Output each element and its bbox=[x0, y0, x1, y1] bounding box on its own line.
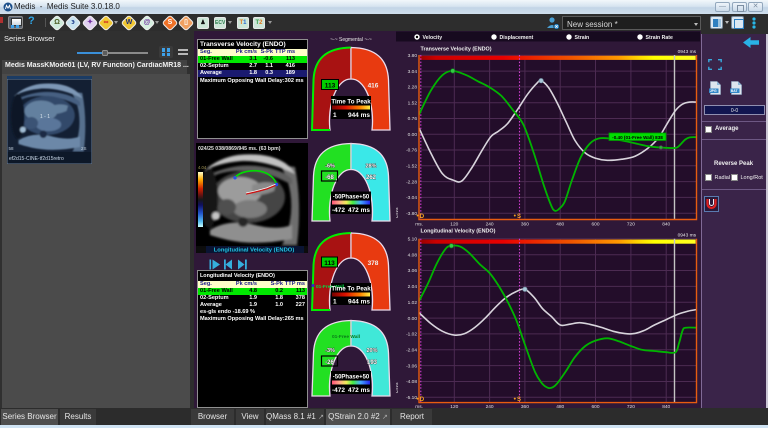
svg-text:-0.76: -0.76 bbox=[406, 148, 417, 154]
svg-text:-472: -472 bbox=[332, 207, 345, 214]
svg-text:-1.02: -1.02 bbox=[406, 332, 417, 338]
svg-text:720: 720 bbox=[627, 222, 635, 228]
svg-text:-26: -26 bbox=[325, 360, 334, 366]
svg-text:840: 840 bbox=[662, 222, 670, 228]
svg-text:S: S bbox=[517, 214, 521, 220]
svg-text:-472: -472 bbox=[332, 387, 345, 394]
svg-text:D: D bbox=[420, 396, 425, 403]
svg-text:416: 416 bbox=[368, 83, 379, 90]
svg-text:28%: 28% bbox=[365, 164, 376, 170]
svg-text:1.52: 1.52 bbox=[408, 100, 418, 106]
svg-text:5.10: 5.10 bbox=[408, 237, 418, 243]
svg-text:-2.28: -2.28 bbox=[406, 179, 417, 185]
svg-text:944 ms: 944 ms bbox=[348, 112, 370, 119]
svg-text:Time To Peak: Time To Peak bbox=[331, 99, 371, 106]
svg-text:0943 ms: 0943 ms bbox=[678, 49, 697, 55]
svg-text:-3.80: -3.80 bbox=[406, 211, 417, 217]
svg-text:944 ms: 944 ms bbox=[348, 299, 370, 306]
svg-text:1 - 1: 1 - 1 bbox=[40, 114, 50, 120]
svg-text:cm/s: cm/s bbox=[396, 207, 400, 218]
svg-text:D: D bbox=[420, 213, 425, 220]
svg-text:472 ms: 472 ms bbox=[348, 207, 370, 214]
svg-text:Strain: Strain bbox=[575, 35, 590, 41]
svg-text:ms.: ms. bbox=[415, 223, 423, 228]
svg-text:01-Free Wall: 01-Free Wall bbox=[332, 334, 360, 340]
svg-text:2.04: 2.04 bbox=[408, 284, 418, 290]
svg-text:ef2d15-CINE-tf2d15retro: ef2d15-CINE-tf2d15retro bbox=[9, 156, 64, 162]
svg-text:113: 113 bbox=[325, 83, 336, 90]
svg-text:Longitudinal Velocity (ENDO): Longitudinal Velocity (ENDO) bbox=[421, 229, 496, 235]
svg-text:024/25 038/0869/945 ms. (63: 024/25 038/0869/945 ms. (63 bpm) bbox=[198, 146, 281, 152]
svg-text:2.28: 2.28 bbox=[408, 85, 418, 91]
svg-text:378: 378 bbox=[368, 260, 379, 267]
svg-text:-4.08: -4.08 bbox=[406, 379, 417, 385]
svg-text:480: 480 bbox=[556, 222, 564, 228]
svg-text:S: S bbox=[517, 397, 521, 403]
svg-text:20%: 20% bbox=[366, 348, 377, 354]
svg-text:472 ms: 472 ms bbox=[348, 387, 370, 394]
svg-text:262: 262 bbox=[366, 175, 377, 181]
svg-text:-68: -68 bbox=[325, 175, 334, 181]
svg-text:-3.06: -3.06 bbox=[406, 363, 417, 369]
svg-text:Longitudinal Velocity (ENDO): Longitudinal Velocity (ENDO) bbox=[214, 248, 295, 253]
svg-text:113: 113 bbox=[324, 260, 335, 267]
svg-text:1: 1 bbox=[333, 112, 337, 119]
svg-text:BAT: BAT bbox=[731, 89, 739, 93]
svg-text:240: 240 bbox=[486, 222, 494, 228]
svg-text:193: 193 bbox=[367, 360, 378, 366]
svg-text:-3.04: -3.04 bbox=[406, 195, 417, 201]
svg-text:0.00: 0.00 bbox=[408, 316, 418, 322]
svg-text:3.06: 3.06 bbox=[408, 268, 418, 274]
svg-text:Transverse Velocity (ENDO): Transverse Velocity (ENDO) bbox=[421, 46, 492, 52]
svg-text:-50Phase+50: -50Phase+50 bbox=[333, 195, 370, 201]
svg-text:1.02: 1.02 bbox=[408, 300, 418, 306]
svg-text:-50Phase+50: -50Phase+50 bbox=[333, 375, 370, 381]
svg-text:58: 58 bbox=[9, 146, 15, 151]
svg-text:0943 ms: 0943 ms bbox=[678, 232, 697, 238]
svg-text:-5.10: -5.10 bbox=[406, 395, 417, 401]
svg-text:-3%: -3% bbox=[325, 348, 335, 354]
svg-text:cm/s: cm/s bbox=[396, 382, 400, 393]
svg-text:0.76: 0.76 bbox=[408, 116, 418, 122]
svg-text:JPG: JPG bbox=[710, 89, 717, 93]
svg-text:-0.40 (01-Free Wall) 838: -0.40 (01-Free Wall) 838 bbox=[612, 135, 663, 140]
svg-text:4.04: 4.04 bbox=[198, 165, 207, 170]
svg-text:0.00: 0.00 bbox=[408, 132, 418, 138]
svg-text:Time To Peak: Time To Peak bbox=[331, 286, 371, 293]
svg-text:-6%: -6% bbox=[325, 164, 335, 170]
svg-text:4.08: 4.08 bbox=[408, 252, 418, 258]
svg-text:Displacement: Displacement bbox=[500, 35, 534, 41]
svg-text:-2.04: -2.04 bbox=[406, 348, 417, 354]
svg-text:3.04: 3.04 bbox=[408, 69, 418, 75]
svg-text:~-~ Segmental ~-~: ~-~ Segmental ~-~ bbox=[330, 37, 372, 43]
svg-text:120: 120 bbox=[450, 222, 458, 228]
svg-text:3.80: 3.80 bbox=[408, 53, 418, 59]
svg-text:2S: 2S bbox=[81, 146, 87, 151]
svg-text:360: 360 bbox=[521, 222, 529, 228]
svg-text:-1.52: -1.52 bbox=[406, 164, 417, 170]
svg-text:1: 1 bbox=[333, 299, 337, 306]
svg-text:600: 600 bbox=[591, 222, 599, 228]
svg-text:Velocity: Velocity bbox=[423, 35, 443, 41]
svg-text:Strain Rate: Strain Rate bbox=[646, 35, 674, 41]
